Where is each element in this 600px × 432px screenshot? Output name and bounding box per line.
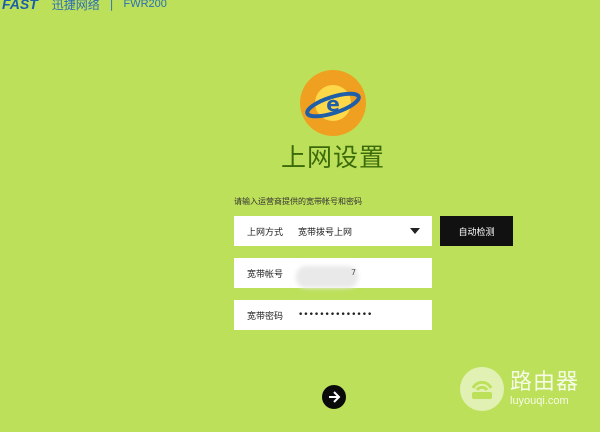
brand-separator: |: [109, 0, 114, 11]
arrow-right-icon: [329, 391, 341, 403]
page: FAST 迅捷网络 | FWR200 e 上网设置 请输入运营商提供的宽带帐号和…: [0, 0, 600, 432]
account-visible-tail: 7: [351, 268, 357, 277]
connection-mode-value: 宽带拨号上网: [298, 227, 353, 238]
brand-logo: FAST: [2, 0, 38, 12]
brand-name: 迅捷网络: [51, 0, 100, 12]
form-hint: 请输入运营商提供的宽带帐号和密码: [234, 197, 362, 206]
router-icon: [460, 367, 504, 411]
page-title: 上网设置: [280, 143, 385, 172]
header-brand: FAST 迅捷网络 | FWR200: [0, 0, 167, 12]
model-name: FWR200: [123, 0, 167, 10]
password-field[interactable]: 宽带密码 ••••••••••••••: [234, 300, 432, 330]
account-label: 宽带帐号: [247, 269, 284, 280]
planet-e-icon: e: [300, 70, 366, 136]
watermark-text: 路由器 luyouqi.com: [510, 370, 580, 408]
caret-down-icon[interactable]: [410, 228, 420, 234]
connection-mode-select[interactable]: 上网方式 宽带拨号上网: [234, 216, 432, 246]
password-label: 宽带密码: [247, 311, 284, 322]
connection-mode-label: 上网方式: [247, 227, 284, 238]
watermark: 路由器 luyouqi.com: [460, 367, 579, 411]
next-button[interactable]: [322, 385, 346, 409]
redacted-account: [296, 266, 358, 288]
watermark-subtitle: luyouqi.com: [510, 395, 569, 407]
svg-text:e: e: [326, 92, 340, 116]
watermark-title: 路由器: [510, 370, 580, 395]
password-input[interactable]: ••••••••••••••: [298, 310, 432, 320]
auto-detect-button[interactable]: 自动检测: [440, 216, 513, 246]
